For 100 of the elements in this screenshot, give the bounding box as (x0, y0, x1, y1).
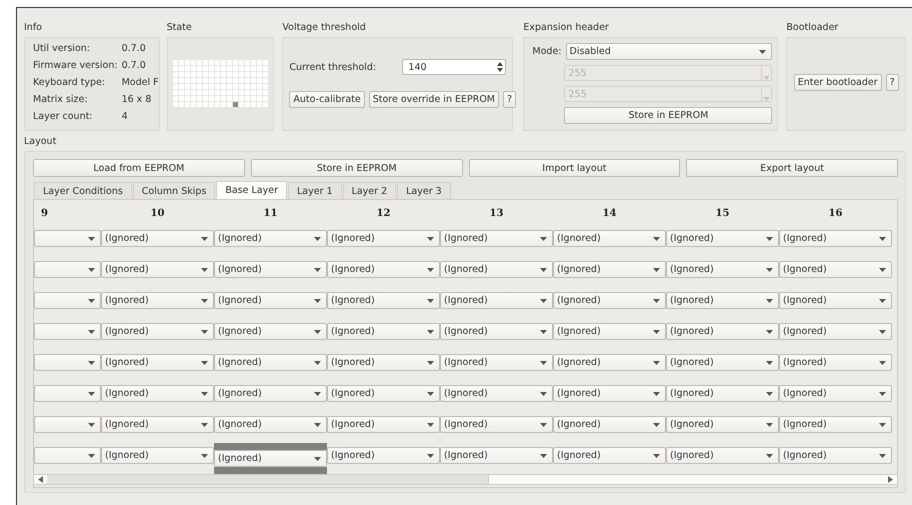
dropdown[interactable]: (Ignored) (779, 385, 892, 402)
dropdown[interactable]: (Ignored) (101, 385, 214, 402)
tab[interactable]: Layer Conditions (34, 182, 132, 199)
dropdown[interactable]: (Ignored) (666, 323, 779, 340)
dropdown[interactable]: Disabled (566, 43, 772, 60)
dropdown[interactable] (34, 385, 101, 402)
dropdown[interactable]: (Ignored) (779, 354, 892, 371)
button[interactable]: Store override in EEPROM (368, 91, 499, 108)
dropdown[interactable]: (Ignored) (779, 323, 892, 340)
dropdown[interactable]: (Ignored) (327, 447, 440, 464)
dropdown[interactable]: (Ignored) (779, 230, 892, 247)
tab[interactable]: Layer 3 (397, 182, 451, 199)
dropdown[interactable]: (Ignored) (666, 354, 779, 371)
dropdown[interactable]: (Ignored) (101, 447, 214, 464)
dropdown[interactable] (34, 447, 101, 464)
dropdown[interactable] (34, 292, 101, 309)
dropdown[interactable]: (Ignored) (214, 354, 327, 371)
button[interactable]: Enter bootloader (794, 74, 882, 90)
button[interactable]: Import layout (468, 159, 680, 177)
group-title: Info (24, 22, 43, 35)
dropdown[interactable]: (Ignored) (666, 230, 779, 247)
tab[interactable]: Column Skips (132, 182, 216, 199)
tab[interactable]: Layer 1 (288, 182, 342, 199)
dropdown[interactable]: (Ignored) (553, 292, 666, 309)
caret-icon (653, 236, 660, 240)
dropdown[interactable]: (Ignored) (440, 261, 553, 278)
dropdown[interactable]: (Ignored) (214, 416, 327, 433)
dropdown[interactable]: (Ignored) (214, 230, 327, 247)
dropdown[interactable]: (Ignored) (327, 323, 440, 340)
dropdown[interactable]: (Ignored) (101, 323, 214, 340)
dropdown[interactable]: (Ignored) (553, 230, 666, 247)
tab[interactable]: Layer 2 (342, 182, 396, 199)
caret-icon (88, 392, 95, 396)
caret-icon (540, 330, 547, 334)
caret-icon (879, 298, 886, 302)
dropdown[interactable]: (Ignored) (327, 261, 440, 278)
dropdown[interactable]: (Ignored) (553, 261, 666, 278)
column-header: 13 (488, 206, 504, 220)
caret-icon (653, 360, 660, 364)
dropdown[interactable]: (Ignored) (666, 385, 779, 402)
dropdown[interactable]: (Ignored) (666, 292, 779, 309)
dropdown[interactable]: (Ignored) (214, 261, 327, 278)
dropdown[interactable]: (Ignored) (779, 447, 892, 464)
dropdown[interactable]: (Ignored) (666, 261, 779, 278)
tab[interactable]: Base Layer (216, 181, 287, 199)
dropdown[interactable]: (Ignored) (553, 385, 666, 402)
dropdown[interactable]: (Ignored) (440, 230, 553, 247)
button[interactable]: ? (503, 91, 516, 108)
spin-field[interactable]: 140 (402, 59, 506, 75)
button[interactable]: Store in EEPROM (564, 107, 772, 124)
dropdown[interactable]: (Ignored) (666, 416, 779, 433)
dropdown[interactable]: (Ignored) (440, 292, 553, 309)
dropdown[interactable]: (Ignored) (440, 354, 553, 371)
dropdown[interactable] (34, 416, 101, 433)
dropdown[interactable]: (Ignored) (779, 261, 892, 278)
dropdown[interactable]: (Ignored) (214, 323, 327, 340)
button[interactable]: ? (886, 74, 899, 90)
dropdown[interactable]: (Ignored) (666, 447, 779, 464)
dropdown[interactable]: (Ignored) (101, 230, 214, 247)
dropdown[interactable]: (Ignored) (214, 292, 327, 309)
dropdown[interactable]: (Ignored) (440, 447, 553, 464)
dropdown[interactable]: (Ignored) (101, 354, 214, 371)
dropdown[interactable]: (Ignored) (327, 230, 440, 247)
button[interactable]: Export layout (686, 159, 898, 177)
horizontal-scrollbar[interactable] (34, 474, 897, 485)
dropdown[interactable] (34, 354, 101, 371)
dropdown[interactable]: (Ignored) (214, 385, 327, 402)
dropdown[interactable]: (Ignored) (440, 323, 553, 340)
dropdown[interactable]: (Ignored) (553, 354, 666, 371)
dropdown[interactable]: (Ignored) (327, 292, 440, 309)
dropdown[interactable] (34, 230, 101, 247)
scrollbar-thumb[interactable] (47, 475, 489, 484)
dropdown[interactable] (34, 261, 101, 278)
info-value: 16 x 8 (122, 94, 152, 105)
caret-icon (540, 298, 547, 302)
dropdown[interactable]: (Ignored) (553, 447, 666, 464)
dropdown[interactable]: (Ignored) (101, 416, 214, 433)
dropdown[interactable]: (Ignored) (779, 416, 892, 433)
caret-icon (88, 422, 95, 426)
dropdown[interactable]: (Ignored) (101, 292, 214, 309)
dropdown[interactable]: (Ignored) (327, 354, 440, 371)
dropdown[interactable]: (Ignored) (101, 261, 214, 278)
dropdown[interactable]: (Ignored) (553, 416, 666, 433)
dropdown[interactable] (34, 323, 101, 340)
caret-icon (879, 330, 886, 334)
caret-icon (201, 236, 208, 240)
dropdown[interactable]: (Ignored) (440, 416, 553, 433)
column-header: 15 (714, 206, 730, 220)
dropdown[interactable]: (Ignored) (327, 416, 440, 433)
button[interactable]: Auto-calibrate (289, 91, 365, 108)
dropdown[interactable]: (Ignored) (214, 450, 327, 467)
dropdown[interactable]: (Ignored) (553, 323, 666, 340)
button[interactable]: Load from EEPROM (33, 159, 245, 177)
button[interactable]: Store in EEPROM (250, 159, 462, 177)
caret-icon (201, 422, 208, 426)
caret-icon (540, 422, 547, 426)
caret-icon (427, 330, 434, 334)
dropdown[interactable]: (Ignored) (440, 385, 553, 402)
dropdown[interactable]: (Ignored) (779, 292, 892, 309)
dropdown[interactable]: (Ignored) (327, 385, 440, 402)
